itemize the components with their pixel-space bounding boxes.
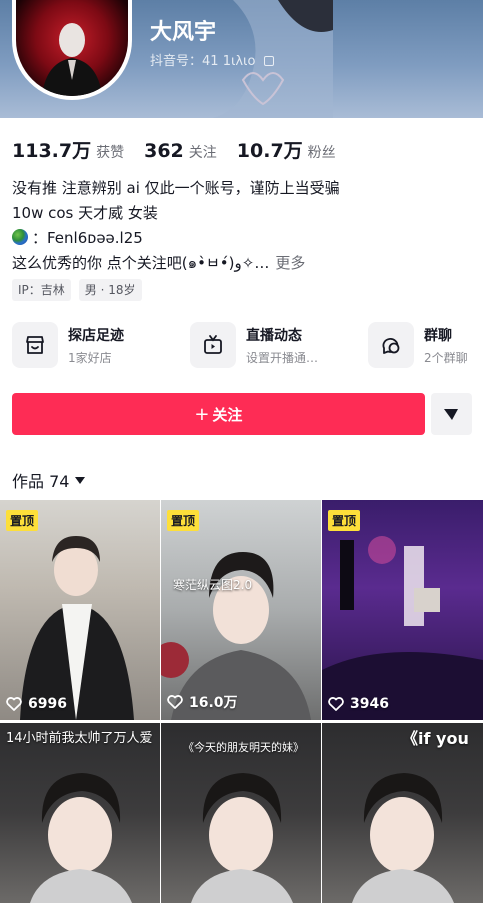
likes-count: 16.0万 bbox=[189, 695, 238, 711]
avatar-figure-icon bbox=[42, 23, 102, 96]
video-likes: 16.0万 bbox=[167, 692, 238, 712]
stat-label: 粉丝 bbox=[307, 145, 336, 161]
bio[interactable]: 没有推 注意辨别 ai 仅此一个账号，谨防上当受骗 10w cos 天才威 女装… bbox=[12, 176, 472, 276]
tv-icon bbox=[190, 322, 236, 368]
stat-value: 10.7万 bbox=[236, 140, 303, 162]
profile-id-label: 抖音号：41 bbox=[150, 54, 219, 69]
video-tile[interactable]: 《今天的朋友明天的妹》 bbox=[161, 723, 321, 903]
bio-line: 这么优秀的你 点个关注吧(๑•̀ㅂ•́)و✧… 更多 bbox=[12, 251, 472, 276]
stat-label: 获赞 bbox=[96, 145, 125, 161]
video-grid: 置顶 6996 置顶 寒茫纵云图2.0 16.0万 置顶 3946 14小时前我… bbox=[0, 500, 483, 903]
video-tile[interactable]: 置顶 寒茫纵云图2.0 16.0万 bbox=[161, 500, 321, 720]
store-icon bbox=[12, 322, 58, 368]
video-tile[interactable]: 置顶 6996 bbox=[0, 500, 160, 720]
plus-icon: + bbox=[194, 403, 210, 425]
profile-header: 大风宇 抖音号：41 1ιλιο bbox=[0, 0, 483, 118]
video-tile[interactable]: 《if you bbox=[322, 723, 483, 903]
bio-contact: ：Fenl6ᴅəə.l25 bbox=[32, 229, 143, 247]
avatar[interactable] bbox=[12, 0, 132, 100]
bio-text: 这么优秀的你 点个关注吧(๑•̀ㅂ•́)و✧… bbox=[12, 254, 270, 272]
stats-row: 113.7万 获赞 362 关注 10.7万 粉丝 bbox=[12, 136, 356, 163]
video-thumbnail bbox=[20, 536, 134, 720]
services-row: 探店足迹 1家好店 直播动态 设置开播通… 群聊 2个群聊 bbox=[12, 322, 472, 368]
video-tile[interactable]: 置顶 3946 bbox=[322, 500, 483, 720]
service-subtitle: 设置开播通… bbox=[246, 350, 319, 365]
stat-value: 362 bbox=[144, 140, 184, 162]
bio-more-link[interactable]: 更多 bbox=[275, 254, 305, 272]
bio-line: 没有推 注意辨别 ai 仅此一个账号，谨防上当受骗 bbox=[12, 179, 340, 197]
video-thumbnail bbox=[30, 773, 132, 903]
service-store-visits[interactable]: 探店足迹 1家好店 bbox=[12, 322, 190, 368]
gender-age-tag: 男 · 18岁 bbox=[78, 279, 142, 301]
stat-followers[interactable]: 10.7万 粉丝 bbox=[237, 136, 336, 163]
pinned-badge: 置顶 bbox=[167, 510, 200, 531]
bio-line: ：Fenl6ᴅəə.l25 bbox=[12, 226, 472, 251]
service-subtitle: 2个群聊 bbox=[424, 350, 468, 365]
globe-icon bbox=[12, 229, 28, 245]
pinned-badge: 置顶 bbox=[328, 510, 361, 531]
likes-count: 6996 bbox=[28, 696, 67, 712]
more-options-button[interactable] bbox=[430, 393, 472, 435]
service-live-updates[interactable]: 直播动态 设置开播通… bbox=[190, 322, 368, 368]
dropdown-triangle-icon bbox=[444, 409, 459, 420]
service-subtitle: 1家好店 bbox=[68, 350, 112, 365]
video-likes: 3946 bbox=[328, 696, 389, 712]
ip-location-tag: IP：吉林 bbox=[12, 279, 71, 301]
works-tab-label: 作品 74 bbox=[12, 472, 70, 491]
video-tile[interactable]: 14小时前我太帅了万人爱 bbox=[0, 723, 160, 903]
heart-icon bbox=[167, 695, 183, 709]
pinned-badge: 置顶 bbox=[6, 510, 39, 531]
video-thumbnail bbox=[161, 552, 311, 720]
likes-count: 3946 bbox=[350, 696, 389, 712]
video-likes: 6996 bbox=[6, 696, 67, 712]
heart-icon bbox=[6, 697, 22, 711]
follow-button[interactable]: + 关注 bbox=[12, 393, 425, 435]
profile-id[interactable]: 抖音号：41 1ιλιο bbox=[150, 50, 274, 69]
chat-bubbles-icon bbox=[368, 322, 414, 368]
profile-card: 113.7万 获赞 362 关注 10.7万 粉丝 没有推 注意辨别 ai 仅此… bbox=[0, 118, 483, 904]
service-title: 探店足迹 bbox=[68, 327, 124, 344]
stat-likes[interactable]: 113.7万 获赞 bbox=[12, 136, 124, 163]
video-caption-overlay: 寒茫纵云图2.0 bbox=[173, 578, 253, 592]
video-thumbnail bbox=[322, 536, 483, 720]
stat-following[interactable]: 362 关注 bbox=[144, 140, 217, 162]
copy-icon[interactable] bbox=[263, 56, 274, 66]
works-tab[interactable]: 作品 74 bbox=[12, 468, 86, 492]
service-title: 群聊 bbox=[424, 327, 452, 344]
stat-label: 关注 bbox=[188, 145, 217, 161]
profile-id-tail: 1ιλιο bbox=[222, 54, 256, 69]
service-group-chat[interactable]: 群聊 2个群聊 bbox=[368, 322, 472, 368]
video-thumbnail bbox=[352, 773, 454, 903]
service-title: 直播动态 bbox=[246, 327, 302, 344]
profile-tags: IP：吉林 男 · 18岁 bbox=[12, 279, 150, 301]
heart-icon bbox=[328, 697, 344, 711]
video-caption-overlay: 《if you bbox=[402, 729, 469, 748]
chevron-down-icon bbox=[75, 476, 86, 484]
video-caption-overlay: 《今天的朋友明天的妹》 bbox=[183, 741, 304, 754]
profile-name: 大风宇 bbox=[150, 20, 217, 45]
bio-line: 10w cos 天才威 女装 bbox=[12, 204, 158, 222]
follow-label: 关注 bbox=[212, 405, 243, 424]
video-caption-overlay: 14小时前我太帅了万人爱 bbox=[6, 731, 153, 746]
stat-value: 113.7万 bbox=[12, 140, 92, 162]
action-bar: + 关注 bbox=[12, 393, 472, 435]
